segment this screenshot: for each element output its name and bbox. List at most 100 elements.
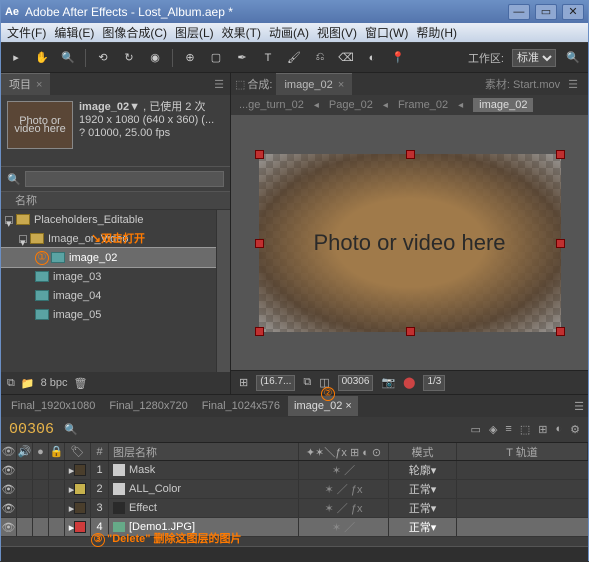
breadcrumb[interactable]: ...ge_turn_02	[239, 99, 304, 111]
hand-tool-icon[interactable]: ✋	[33, 49, 51, 67]
stamp-tool-icon[interactable]: ⎌	[311, 49, 329, 67]
titlebar: Ae Adobe After Effects - Lost_Album.aep …	[1, 1, 588, 23]
tl-icon[interactable]: ≡	[505, 423, 511, 436]
search-icon[interactable]: 🔍	[7, 173, 21, 186]
tree-comp[interactable]: image_04	[1, 286, 230, 305]
timeline-tab[interactable]: Final_1024x576	[196, 396, 286, 416]
transform-handle[interactable]	[255, 150, 264, 159]
zoom-select[interactable]: (16.7...	[256, 375, 295, 391]
tl-icon[interactable]: ⊞	[538, 423, 547, 436]
transform-handle[interactable]	[255, 239, 264, 248]
comp-tab[interactable]: image_02 ×	[276, 73, 352, 95]
grid-icon[interactable]: ⊞	[239, 376, 248, 389]
transform-handle[interactable]	[406, 150, 415, 159]
comp-icon	[51, 252, 65, 263]
transform-handle[interactable]	[556, 239, 565, 248]
project-tab[interactable]: 项目 ×	[1, 73, 50, 95]
maximize-button[interactable]: ▭	[535, 4, 557, 20]
layer-row[interactable]: 👁 ▸ 3 Effect ✶ ／ ƒx 正常 ▾	[1, 499, 588, 518]
project-thumbnail[interactable]: Photo or video here	[7, 101, 73, 149]
project-search-input[interactable]	[25, 171, 224, 187]
breadcrumb[interactable]: Frame_02	[398, 99, 448, 111]
transform-handle[interactable]	[255, 327, 264, 336]
panel-menu-icon[interactable]: ☰	[574, 400, 584, 413]
col-mode[interactable]: 模式	[389, 443, 457, 460]
menu-animation[interactable]: 动画(A)	[265, 24, 313, 41]
tl-icon[interactable]: ⬚	[520, 423, 530, 436]
project-meta: image_02▼ , 已使用 2 次 1920 x 1080 (640 x 3…	[79, 101, 214, 160]
orbit-tool-icon[interactable]: ⟲	[94, 49, 112, 67]
tl-icon[interactable]: ◈	[489, 423, 497, 436]
bpc-button[interactable]: 8 bpc	[41, 377, 68, 389]
timeline-tab[interactable]: Final_1280x720	[103, 396, 193, 416]
layer-row[interactable]: 👁 ▸ 2 ALL_Color ✶ ／ ƒx 正常 ▾	[1, 480, 588, 499]
interpret-icon[interactable]: ⧉	[7, 377, 15, 390]
col-track[interactable]: T 轨道	[457, 443, 588, 460]
menu-help[interactable]: 帮助(H)	[412, 24, 461, 41]
search-icon[interactable]: 🔍	[64, 423, 78, 436]
panel-menu-icon[interactable]: ☰	[208, 78, 230, 91]
selection-tool-icon[interactable]: ▸	[7, 49, 25, 67]
project-tree[interactable]: ▾Placeholders_Editable ▾Image_or_Video ↘…	[1, 210, 230, 372]
tl-icon[interactable]: ⚙	[570, 423, 580, 436]
transform-handle[interactable]	[556, 327, 565, 336]
search-icon[interactable]: 🔍	[564, 49, 582, 67]
composition-viewer[interactable]: Photo or video here	[231, 115, 588, 370]
close-button[interactable]: ✕	[562, 4, 584, 20]
rotate-tool-icon[interactable]: ↻	[120, 49, 138, 67]
menu-effect[interactable]: 效果(T)	[218, 24, 265, 41]
puppet-tool-icon[interactable]: 📍	[389, 49, 407, 67]
color-swatch[interactable]	[74, 521, 86, 533]
timeline-tab[interactable]: Final_1920x1080	[5, 396, 101, 416]
tree-comp-image-02[interactable]: ①image_02	[1, 248, 230, 267]
folder-new-icon[interactable]: 📁	[21, 377, 35, 390]
color-swatch[interactable]	[74, 502, 86, 514]
menu-composition[interactable]: 图像合成(C)	[98, 24, 171, 41]
pen-tool-icon[interactable]: ✒	[233, 49, 251, 67]
time-display[interactable]: 00306	[338, 375, 374, 391]
breadcrumb-active[interactable]: image_02	[473, 98, 533, 112]
workspace-select[interactable]: 标准	[512, 49, 556, 67]
col-layer-name[interactable]: 图层名称	[109, 443, 299, 460]
tree-comp[interactable]: image_05	[1, 305, 230, 324]
resolution-icon[interactable]: ⧉	[303, 376, 311, 389]
tl-icon[interactable]: ◐	[555, 423, 562, 436]
channel-icon[interactable]: ⬤	[403, 376, 415, 389]
tab-close-icon[interactable]: ×	[33, 79, 42, 91]
zoom-tool-icon[interactable]: 🔍	[59, 49, 77, 67]
minimize-button[interactable]: —	[508, 4, 530, 20]
camera-tool-icon[interactable]: ◉	[146, 49, 164, 67]
color-swatch[interactable]	[74, 483, 86, 495]
ratio-display[interactable]: 1/3	[423, 375, 445, 391]
transform-handle[interactable]	[406, 327, 415, 336]
tree-comp[interactable]: image_03	[1, 267, 230, 286]
layer-row[interactable]: 👁 ▸ 1 Mask ✶ ／ 轮廓 ▾	[1, 461, 588, 480]
rect-tool-icon[interactable]: ▢	[207, 49, 225, 67]
layer-row-selected[interactable]: 👁 ▸ 4 [Demo1.JPG] ✶ ／ 正常 ▾	[1, 518, 588, 537]
menu-edit[interactable]: 编辑(E)	[50, 24, 98, 41]
breadcrumb[interactable]: Page_02	[329, 99, 373, 111]
roto-tool-icon[interactable]: ◐	[363, 49, 381, 67]
brush-tool-icon[interactable]: 🖌	[285, 49, 303, 67]
transform-handle[interactable]	[556, 150, 565, 159]
scrollbar[interactable]	[216, 210, 230, 372]
menu-view[interactable]: 视图(V)	[313, 24, 361, 41]
placeholder-text: Photo or video here	[259, 154, 561, 332]
eraser-tool-icon[interactable]: ⌫	[337, 49, 355, 67]
color-swatch[interactable]	[74, 464, 86, 476]
tree-folder[interactable]: ▾Placeholders_Editable	[1, 210, 230, 229]
menu-layer[interactable]: 图层(L)	[171, 24, 218, 41]
delete-icon[interactable]: 🗑	[73, 377, 87, 390]
tl-icon[interactable]: ▭	[471, 423, 481, 436]
panel-menu-icon[interactable]: ☰	[562, 78, 584, 91]
timecode[interactable]: 00306	[9, 421, 54, 438]
text-tool-icon[interactable]: T	[259, 49, 277, 67]
menu-window[interactable]: 窗口(W)	[361, 24, 412, 41]
anchor-tool-icon[interactable]: ⊕	[181, 49, 199, 67]
project-column-header[interactable]: 名称	[1, 192, 230, 210]
adjustment-icon	[113, 502, 125, 514]
comp-icon	[35, 290, 49, 301]
menu-file[interactable]: 文件(F)	[3, 24, 50, 41]
tree-folder[interactable]: ▾Image_or_Video ↘双击打开	[1, 229, 230, 248]
snapshot-icon[interactable]: 📷	[381, 376, 395, 389]
